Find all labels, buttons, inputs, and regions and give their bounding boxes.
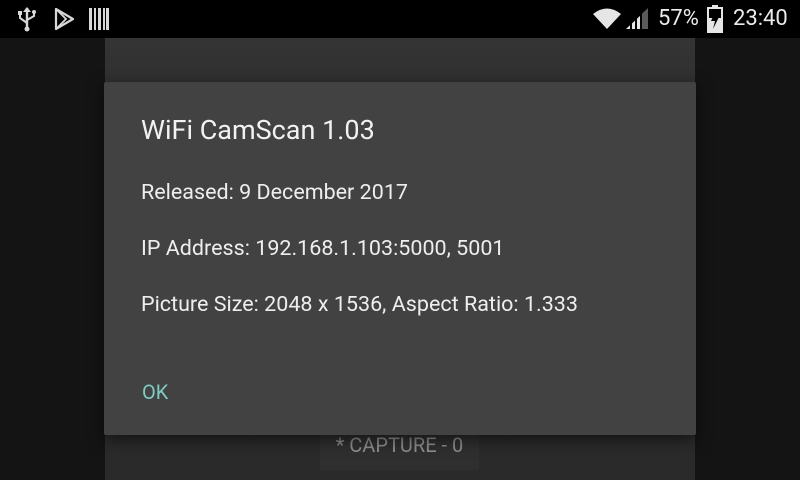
picture-size-text: Picture Size: 2048 x 1536, Aspect Ratio:… xyxy=(141,292,578,317)
dialog-title: WiFi CamScan 1.03 xyxy=(141,114,375,146)
battery-icon xyxy=(707,0,723,38)
ip-address-text: IP Address: 192.168.1.103:5000, 5001 xyxy=(141,236,505,261)
barcode-icon xyxy=(89,0,109,38)
left-margin xyxy=(0,38,105,480)
released-text: Released: 9 December 2017 xyxy=(141,180,408,205)
usb-icon xyxy=(16,0,38,38)
about-dialog: WiFi CamScan 1.03 Released: 9 December 2… xyxy=(104,82,696,435)
wifi-icon xyxy=(592,0,622,38)
clock: 23:40 xyxy=(733,6,788,31)
play-store-icon xyxy=(52,0,76,38)
right-margin xyxy=(695,38,800,480)
ok-button[interactable]: OK xyxy=(128,376,182,408)
signal-icon xyxy=(624,0,650,38)
capture-button-label: * CAPTURE - 0 xyxy=(335,433,464,457)
battery-percent: 57% xyxy=(658,6,699,31)
status-bar: 57% 23:40 xyxy=(0,0,800,38)
